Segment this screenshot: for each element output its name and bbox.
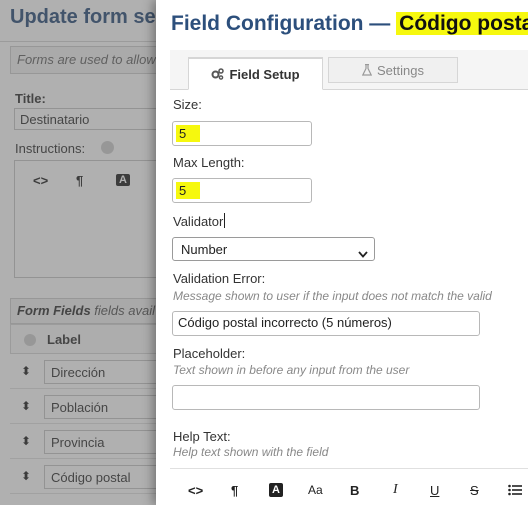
- validation-error-input[interactable]: Código postal incorrecto (5 números): [172, 311, 480, 336]
- tab-settings-label: Settings: [377, 62, 424, 78]
- help-text-help: Help text shown with the field: [173, 445, 329, 459]
- max-length-label: Max Length:: [173, 155, 245, 170]
- paragraph-icon[interactable]: ¶: [231, 482, 238, 498]
- strikethrough-icon[interactable]: S: [470, 482, 479, 498]
- help-text-editor-toolbar: <> ¶ A Aa B I U S: [170, 468, 528, 505]
- modal-title-field-name: Código postal: [396, 12, 528, 35]
- max-length-input[interactable]: 5: [172, 178, 312, 203]
- chevron-down-icon: [358, 246, 368, 261]
- validator-selected-value: Number: [181, 242, 228, 257]
- code-view-icon[interactable]: <>: [188, 482, 203, 498]
- gears-icon: [211, 68, 225, 80]
- placeholder-label: Placeholder:: [173, 346, 246, 361]
- tab-field-setup-label: Field Setup: [229, 66, 300, 82]
- italic-icon[interactable]: I: [393, 482, 398, 498]
- size-input[interactable]: 5: [172, 121, 312, 146]
- tab-bar: Field Setup Settings: [170, 50, 528, 90]
- underline-icon[interactable]: U: [430, 482, 439, 498]
- font-size-icon[interactable]: Aa: [308, 482, 323, 498]
- list-icon[interactable]: [508, 482, 522, 498]
- modal-title: Field Configuration — Código postal: [171, 12, 528, 36]
- size-value: 5: [176, 125, 201, 142]
- flask-icon: [362, 64, 372, 76]
- placeholder-input[interactable]: [172, 385, 480, 410]
- font-color-icon[interactable]: A: [269, 483, 283, 497]
- field-configuration-modal: Field Configuration — Código postal Fiel…: [156, 0, 528, 505]
- tab-field-setup[interactable]: Field Setup: [188, 57, 323, 90]
- max-length-value: 5: [176, 182, 201, 199]
- validation-error-help: Message shown to user if the input does …: [173, 289, 492, 303]
- validator-label: Validator: [173, 213, 226, 229]
- text-cursor: [224, 213, 226, 228]
- size-label: Size:: [173, 97, 202, 112]
- placeholder-help: Text shown in before any input from the …: [173, 363, 410, 377]
- validator-select[interactable]: Number: [172, 237, 375, 261]
- validator-label-text: Validator: [173, 214, 224, 229]
- modal-title-prefix: Field Configuration —: [171, 12, 397, 35]
- help-text-label: Help Text:: [173, 429, 231, 444]
- tab-settings[interactable]: Settings: [328, 57, 458, 83]
- bold-icon[interactable]: B: [350, 482, 359, 498]
- validation-error-label: Validation Error:: [173, 271, 266, 286]
